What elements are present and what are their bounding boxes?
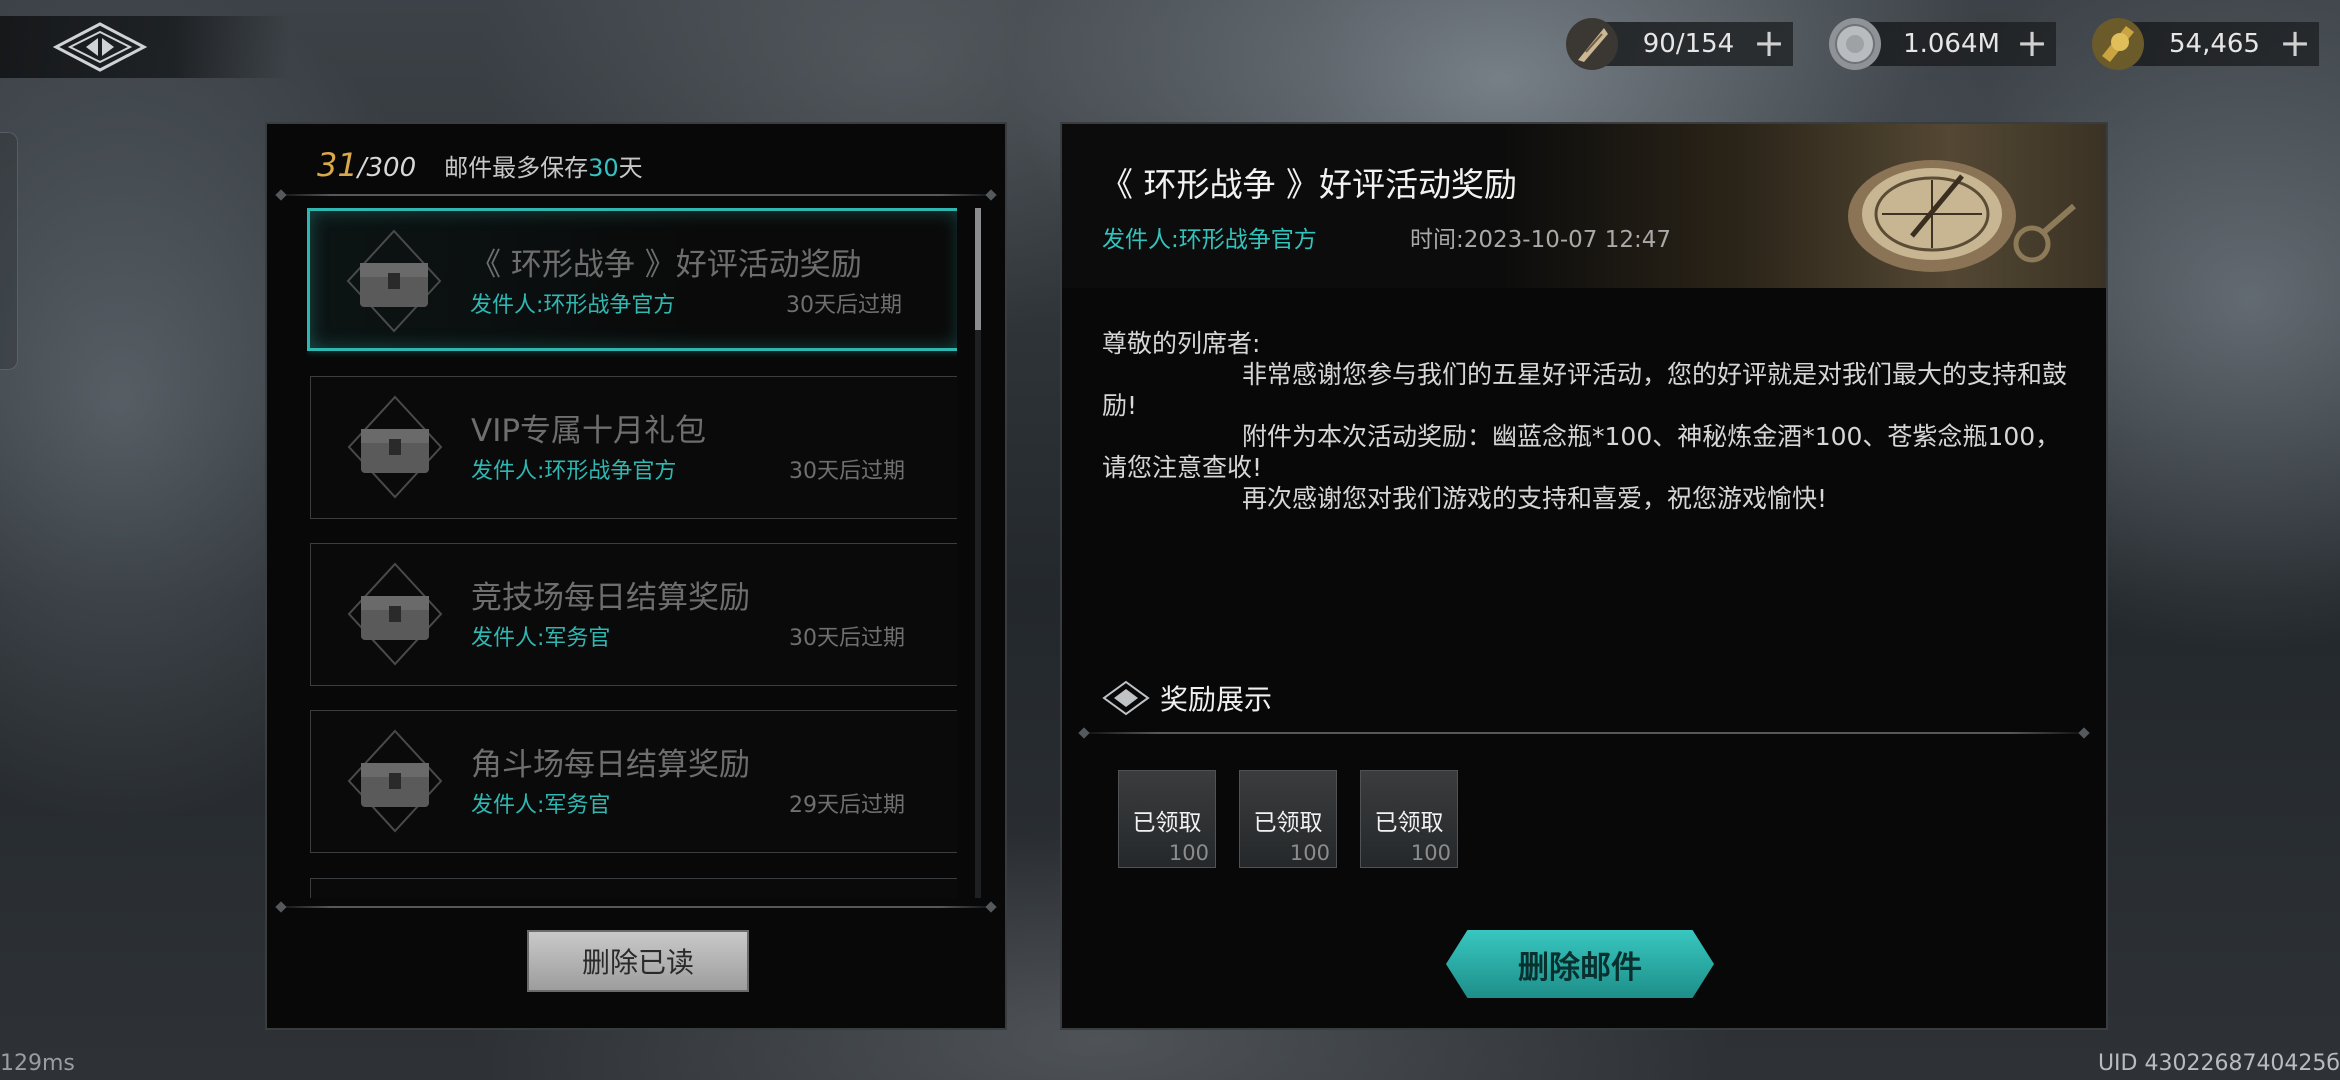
resource-gold: 54,465 +: [2092, 18, 2319, 70]
reward-item[interactable]: 已领取 100: [1118, 770, 1216, 868]
latency-readout: 129ms: [0, 1051, 75, 1076]
mail-detail-title: 《 环形战争 》好评活动奖励: [1100, 165, 1517, 204]
chest-icon: [347, 729, 443, 833]
resource-stamina-value: 90/154: [1642, 29, 1735, 59]
mail-title: 《 环形战争 》好评活动奖励: [470, 247, 862, 283]
mail-expiry: 29天后过期: [789, 793, 905, 818]
retention-days: 30: [588, 154, 619, 182]
mail-detail-sender: 发件人:环形战争官方: [1102, 227, 1317, 253]
mail-expiry: 30天后过期: [789, 459, 905, 484]
mail-title: 角斗场每日结算奖励: [471, 747, 750, 783]
silver-coin-icon: [1829, 18, 1881, 70]
reward-status: 已领取: [1132, 810, 1202, 836]
mail-body: 尊敬的列席者: 非常感谢您参与我们的五星好评活动，您的好评就是对我们最大的支持和…: [1102, 328, 2072, 514]
mail-item[interactable]: VIP专属十月礼包 发件人:环形战争官方 30天后过期: [310, 376, 957, 519]
chest-icon: [346, 229, 442, 333]
retention-suffix: 天: [618, 154, 643, 182]
gold-medal-icon: [2092, 18, 2144, 70]
mail-list-panel: 31 /300 邮件最多保存30天 《 环形战争 》好评活动奖励 发件人:环形战…: [265, 122, 1007, 1030]
mail-detail-time: 时间:2023-10-07 12:47: [1410, 227, 1672, 253]
add-stamina-button[interactable]: +: [1753, 22, 1785, 66]
mail-expiry: 30天后过期: [786, 293, 902, 318]
mail-sender: 发件人:环形战争官方: [470, 293, 676, 318]
resource-stamina: 90/154 +: [1566, 18, 1793, 70]
chest-icon: [347, 395, 443, 499]
list-header-divider: [273, 194, 999, 196]
reward-quantity: 100: [1410, 841, 1451, 865]
diamond-emblem-icon: [1102, 680, 1150, 716]
list-footer-divider: [273, 906, 999, 908]
feather-quill-icon: [1566, 18, 1618, 70]
reward-status: 已领取: [1374, 810, 1444, 836]
mail-item-partial[interactable]: [310, 878, 957, 898]
mail-list-scrollbar[interactable]: [975, 208, 981, 898]
mail-list[interactable]: 《 环形战争 》好评活动奖励 发件人:环形战争官方 30天后过期 VIP专属十月…: [307, 208, 957, 898]
game-logo-button[interactable]: [0, 16, 290, 78]
mail-paragraph: 非常感谢您参与我们的五星好评活动，您的好评就是对我们最大的支持和鼓励!: [1102, 360, 2068, 420]
delete-mail-button[interactable]: 删除邮件: [1446, 930, 1714, 998]
mail-retention-note: 邮件最多保存30天: [444, 148, 643, 183]
user-id: UID 4302268740425б: [2097, 1051, 2340, 1076]
reward-heading-label: 奖励展示: [1160, 683, 1273, 716]
mail-expiry: 30天后过期: [789, 626, 905, 651]
reward-item[interactable]: 已领取 100: [1360, 770, 1458, 868]
side-drawer-tab[interactable]: [0, 132, 18, 370]
mail-sender: 发件人:军务官: [471, 793, 611, 818]
mail-count-max: /300: [357, 153, 417, 183]
retention-prefix: 邮件最多保存: [444, 154, 589, 182]
scrollbar-thumb[interactable]: [975, 208, 981, 330]
mail-greeting: 尊敬的列席者:: [1102, 329, 1261, 358]
reward-quantity: 100: [1168, 841, 1209, 865]
mail-paragraph: 再次感谢您对我们游戏的支持和喜爱，祝您游戏愉快!: [1242, 484, 1828, 513]
mail-paragraph: 附件为本次活动奖励：幽蓝念瓶*100、神秘炼金酒*100、苍紫念瓶100，请您注…: [1102, 422, 2061, 482]
resource-silver: 1.064M +: [1829, 18, 2056, 70]
reward-section-heading: 奖励展示: [1102, 676, 1272, 720]
mail-title: VIP专属十月礼包: [471, 413, 707, 449]
add-gold-button[interactable]: +: [2279, 22, 2311, 66]
delete-read-button[interactable]: 删除已读: [527, 930, 749, 992]
game-emblem-icon: [52, 22, 148, 72]
reward-status: 已领取: [1253, 810, 1323, 836]
resource-gold-value: 54,465: [2169, 29, 2260, 59]
mail-count-current: 31: [317, 146, 358, 184]
mail-item[interactable]: 角斗场每日结算奖励 发件人:军务官 29天后过期: [310, 710, 957, 853]
mail-title: 竞技场每日结算奖励: [471, 580, 750, 616]
chest-icon: [347, 562, 443, 666]
mail-sender: 发件人:环形战争官方: [471, 459, 677, 484]
mail-header-banner: 《 环形战争 》好评活动奖励 发件人:环形战争官方 时间:2023-10-07 …: [1062, 124, 2106, 288]
mail-sender: 发件人:军务官: [471, 626, 611, 651]
mail-item-selected[interactable]: 《 环形战争 》好评活动奖励 发件人:环形战争官方 30天后过期: [307, 208, 957, 351]
mail-item[interactable]: 竞技场每日结算奖励 发件人:军务官 30天后过期: [310, 543, 957, 686]
resource-silver-value: 1.064M: [1903, 29, 2000, 59]
compass-illustration-icon: [1848, 160, 2076, 272]
mail-count-row: 31 /300 邮件最多保存30天: [317, 146, 643, 190]
reward-divider: [1076, 732, 2092, 734]
reward-item[interactable]: 已领取 100: [1239, 770, 1337, 868]
reward-quantity: 100: [1289, 841, 1330, 865]
add-silver-button[interactable]: +: [2016, 22, 2048, 66]
mail-detail-panel: 《 环形战争 》好评活动奖励 发件人:环形战争官方 时间:2023-10-07 …: [1060, 122, 2108, 1030]
